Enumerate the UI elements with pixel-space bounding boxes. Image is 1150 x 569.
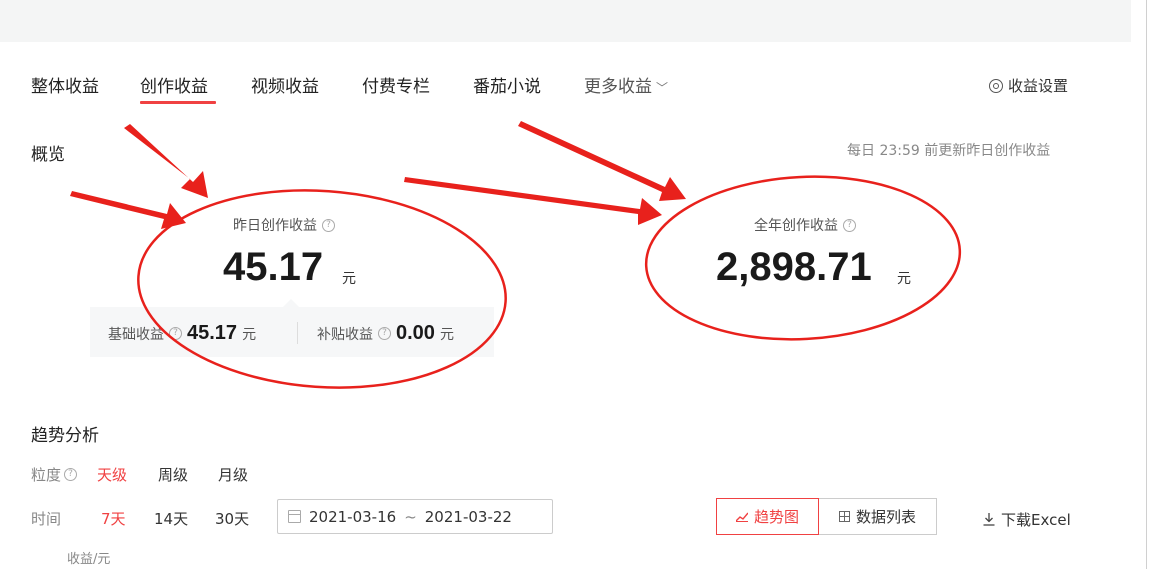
- time-14-days[interactable]: 14天: [154, 508, 188, 529]
- granularity-label: 粒度 ?: [31, 464, 78, 485]
- data-list-button[interactable]: 数据列表: [819, 498, 937, 535]
- panel-pointer: [283, 299, 299, 307]
- year-income-label: 全年创作收益 ?: [754, 215, 856, 235]
- y-axis-label: 收益/元: [67, 552, 111, 567]
- table-icon: [838, 511, 850, 522]
- tab-creation-income[interactable]: 创作收益: [140, 72, 208, 97]
- chevron-down-icon: ﹀: [656, 81, 669, 95]
- granularity-day[interactable]: 天级: [97, 464, 127, 485]
- granularity-week[interactable]: 周级: [158, 464, 188, 485]
- annotation-arrow: [70, 191, 186, 229]
- yesterday-income-label-text: 昨日创作收益: [233, 218, 317, 234]
- tab-video-income[interactable]: 视频收益: [251, 72, 319, 97]
- tab-paid-column[interactable]: 付费专栏: [362, 72, 430, 97]
- download-icon: [983, 513, 995, 526]
- time-30-days[interactable]: 30天: [215, 508, 249, 529]
- view-toggle: 趋势图 数据列表: [716, 498, 937, 535]
- help-icon[interactable]: ?: [378, 327, 391, 340]
- annotation-arrow: [124, 124, 208, 198]
- year-income-unit: 元: [897, 271, 911, 287]
- tab-more-income-label: 更多收益: [584, 77, 652, 97]
- update-note: 每日 23:59 前更新昨日创作收益: [847, 143, 1051, 159]
- yesterday-income-unit: 元: [342, 271, 356, 287]
- help-icon[interactable]: ?: [843, 218, 856, 232]
- trend-chart-button[interactable]: 趋势图: [716, 498, 819, 535]
- tab-overall-income[interactable]: 整体收益: [31, 72, 99, 97]
- basic-income-label: 基础收益: [108, 327, 164, 343]
- subsidy-income-label: 补贴收益: [317, 327, 373, 343]
- trend-title: 趋势分析: [31, 426, 99, 446]
- line-chart-icon: [735, 512, 748, 522]
- tab-tomato-novel[interactable]: 番茄小说: [473, 72, 541, 97]
- right-gutter: [1131, 0, 1150, 569]
- yesterday-income-label: 昨日创作收益 ?: [233, 215, 335, 235]
- breakdown-divider: [297, 322, 298, 344]
- time-label: 时间: [31, 510, 62, 528]
- top-band: [0, 0, 1131, 42]
- trend-chart-label: 趋势图: [753, 508, 799, 526]
- subsidy-income-unit: 元: [439, 327, 454, 343]
- year-income-label-text: 全年创作收益: [754, 218, 838, 234]
- year-income-value: 2,898.71: [716, 245, 872, 289]
- calendar-icon: [288, 510, 301, 523]
- subsidy-income-value: 0.00: [396, 322, 435, 344]
- overview-title: 概览: [31, 145, 65, 165]
- settings-circle-icon: [989, 78, 1003, 93]
- annotation-arrow: [518, 121, 686, 201]
- help-icon[interactable]: ?: [322, 218, 335, 232]
- download-excel-label: 下载Excel: [1001, 511, 1071, 529]
- basic-income-unit: 元: [242, 327, 257, 343]
- income-settings-link[interactable]: 收益设置: [989, 75, 1068, 96]
- help-icon[interactable]: ?: [169, 327, 182, 340]
- granularity-month[interactable]: 月级: [218, 464, 248, 485]
- scrollbar-track[interactable]: [1146, 0, 1147, 569]
- active-tab-underline: [140, 101, 216, 104]
- subsidy-income: 补贴收益 ? 0.00 元: [317, 322, 454, 345]
- income-settings-label: 收益设置: [1008, 77, 1069, 95]
- yesterday-income-value: 45.17: [223, 245, 324, 289]
- basic-income: 基础收益 ? 45.17 元: [108, 322, 256, 345]
- time-7-days[interactable]: 7天: [101, 508, 126, 529]
- annotation-arrow: [404, 177, 662, 225]
- date-end: 2021-03-22: [424, 507, 512, 526]
- date-start: 2021-03-16: [309, 507, 397, 526]
- help-icon[interactable]: ?: [64, 468, 78, 481]
- data-list-label: 数据列表: [855, 508, 916, 526]
- date-separator: ~: [404, 507, 417, 526]
- granularity-label-text: 粒度: [31, 466, 62, 484]
- date-range-picker[interactable]: 2021-03-16 ~ 2021-03-22: [277, 499, 553, 534]
- tab-more-income[interactable]: 更多收益 ﹀: [584, 72, 668, 97]
- basic-income-value: 45.17: [187, 322, 238, 344]
- download-excel-button[interactable]: 下载Excel: [983, 509, 1071, 530]
